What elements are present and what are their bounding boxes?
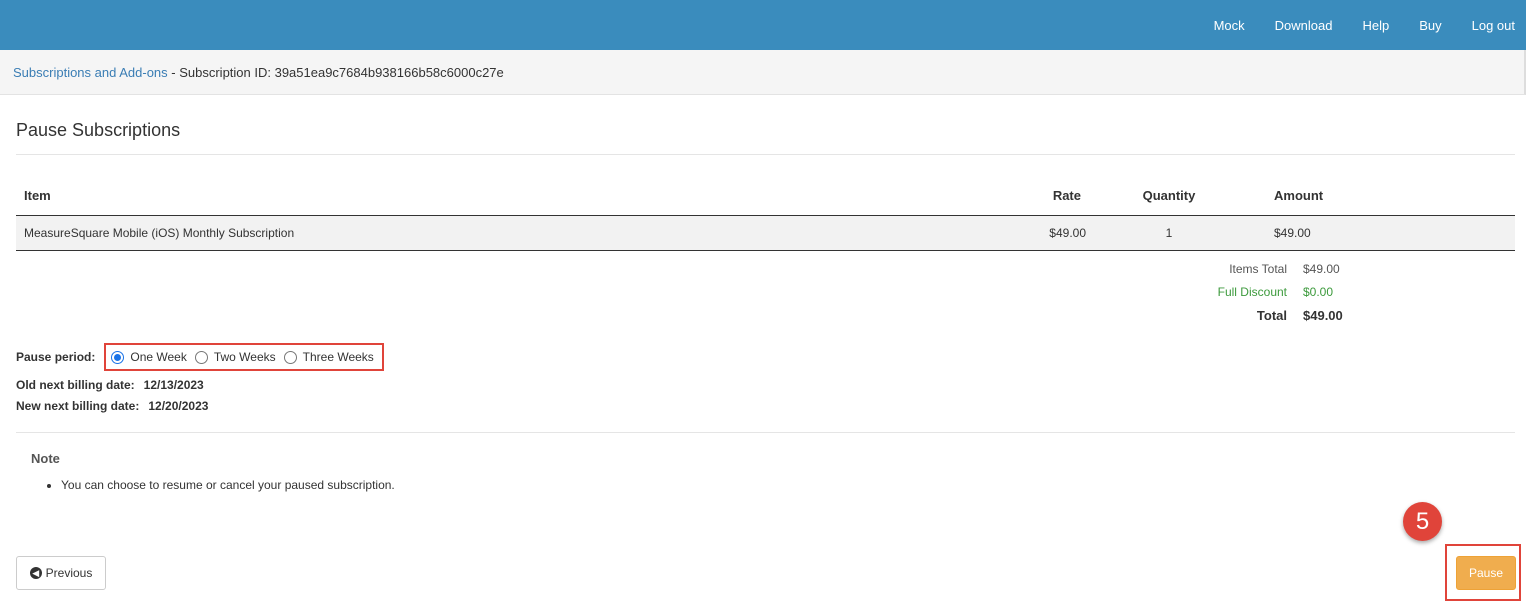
radio-three-weeks-label: Three Weeks (302, 350, 374, 364)
radio-one-week[interactable]: One Week (111, 350, 187, 364)
table-header-row: Item Rate Quantity Amount (16, 176, 1515, 216)
nav-buy-link[interactable]: Buy (1419, 18, 1441, 33)
note-item: You can choose to resume or cancel your … (61, 478, 395, 492)
old-billing-value: 12/13/2023 (143, 378, 204, 392)
arrow-left-circle-icon: ◀ (29, 567, 42, 579)
new-billing-date: New next billing date: 12/20/2023 (16, 399, 208, 413)
header-rate: Rate (954, 176, 1094, 216)
radio-two-weeks-circle[interactable] (194, 350, 208, 364)
cell-rate: $49.00 (954, 215, 1094, 251)
previous-button-label: Previous (45, 566, 93, 580)
cell-item: MeasureSquare Mobile (iOS) Monthly Subsc… (16, 215, 954, 251)
discount-value: $0.00 (1303, 285, 1334, 299)
items-table: Item Rate Quantity Amount MeasureSquare … (16, 176, 1515, 251)
total-label: Total (1256, 308, 1287, 323)
new-billing-value: 12/20/2023 (148, 399, 209, 413)
note-title: Note (31, 451, 60, 466)
page-title: Pause Subscriptions (16, 120, 181, 140)
title-divider (16, 154, 1515, 155)
radio-two-weeks-label: Two Weeks (213, 350, 276, 364)
header-quantity: Quantity (1094, 176, 1234, 216)
header-item: Item (16, 176, 954, 216)
radio-three-weeks-circle[interactable] (283, 350, 297, 364)
pause-button[interactable]: Pause (1456, 556, 1516, 590)
cell-quantity: 1 (1094, 215, 1234, 251)
total-row: Total $49.00 (0, 308, 1526, 328)
pause-period-options: One Week Two Weeks Three Weeks (104, 343, 384, 371)
radio-three-weeks[interactable]: Three Weeks (283, 350, 374, 364)
nav-download-link[interactable]: Download (1275, 18, 1333, 33)
top-nav-menu: Mock Download Help Buy Log out (1214, 0, 1526, 50)
discount-label: Full Discount (1217, 285, 1287, 299)
radio-one-week-label: One Week (130, 350, 187, 364)
nav-logout-link[interactable]: Log out (1472, 18, 1515, 33)
previous-button[interactable]: ◀ Previous (16, 556, 106, 590)
new-billing-label: New next billing date: (16, 399, 140, 413)
breadcrumb-subscriptions-link[interactable]: Subscriptions and Add-ons (13, 65, 168, 80)
top-navbar: Mock Download Help Buy Log out (0, 0, 1526, 50)
subscription-id-text: Subscription ID: 39a51ea9c7684b938166b58… (179, 64, 504, 80)
cell-amount: $49.00 (1234, 215, 1515, 251)
pause-period-row: Pause period: One Week Two Weeks Three W… (16, 343, 384, 371)
breadcrumb: Subscriptions and Add-ons - Subscription… (0, 50, 1526, 95)
radio-two-weeks[interactable]: Two Weeks (194, 350, 276, 364)
breadcrumb-separator: - (167, 64, 180, 80)
old-billing-date: Old next billing date: 12/13/2023 (16, 378, 204, 392)
note-divider (16, 432, 1515, 433)
total-value: $49.00 (1303, 308, 1343, 323)
discount-row: Full Discount $0.00 (0, 285, 1526, 305)
nav-help-link[interactable]: Help (1362, 18, 1389, 33)
table-row: MeasureSquare Mobile (iOS) Monthly Subsc… (16, 215, 1515, 251)
nav-mock-link[interactable]: Mock (1214, 18, 1245, 33)
radio-one-week-circle[interactable] (111, 350, 125, 364)
note-list: You can choose to resume or cancel your … (61, 478, 395, 492)
old-billing-label: Old next billing date: (16, 378, 135, 392)
items-total-value: $49.00 (1303, 262, 1340, 276)
items-total-row: Items Total $49.00 (0, 262, 1526, 282)
step-number-badge: 5 (1403, 502, 1442, 541)
header-amount: Amount (1234, 176, 1515, 216)
items-total-label: Items Total (1229, 262, 1287, 276)
pause-period-label: Pause period: (16, 350, 96, 364)
